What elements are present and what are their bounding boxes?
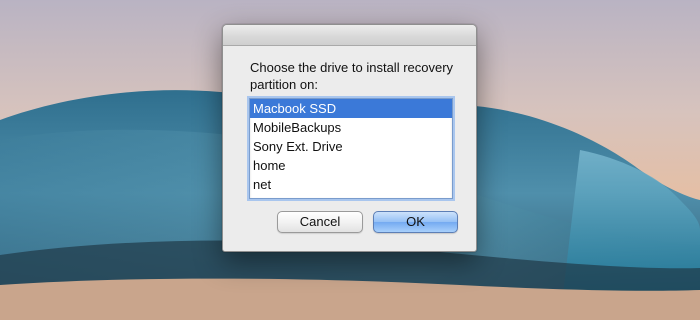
dialog-titlebar[interactable] <box>223 25 476 46</box>
drive-list-item[interactable]: home <box>250 156 452 175</box>
cancel-button[interactable]: Cancel <box>277 211 363 233</box>
drive-list[interactable]: Macbook SSD MobileBackups Sony Ext. Driv… <box>249 98 453 199</box>
drive-list-item[interactable]: MobileBackups <box>250 118 452 137</box>
drive-list-item[interactable]: Sony Ext. Drive <box>250 137 452 156</box>
choose-drive-dialog: Choose the drive to install recovery par… <box>222 24 477 252</box>
dialog-prompt: Choose the drive to install recovery par… <box>250 60 454 92</box>
ok-button[interactable]: OK <box>373 211 458 233</box>
drive-list-item[interactable]: net <box>250 175 452 194</box>
desktop-wallpaper: Choose the drive to install recovery par… <box>0 0 700 320</box>
drive-list-item[interactable]: Macbook SSD <box>250 99 452 118</box>
